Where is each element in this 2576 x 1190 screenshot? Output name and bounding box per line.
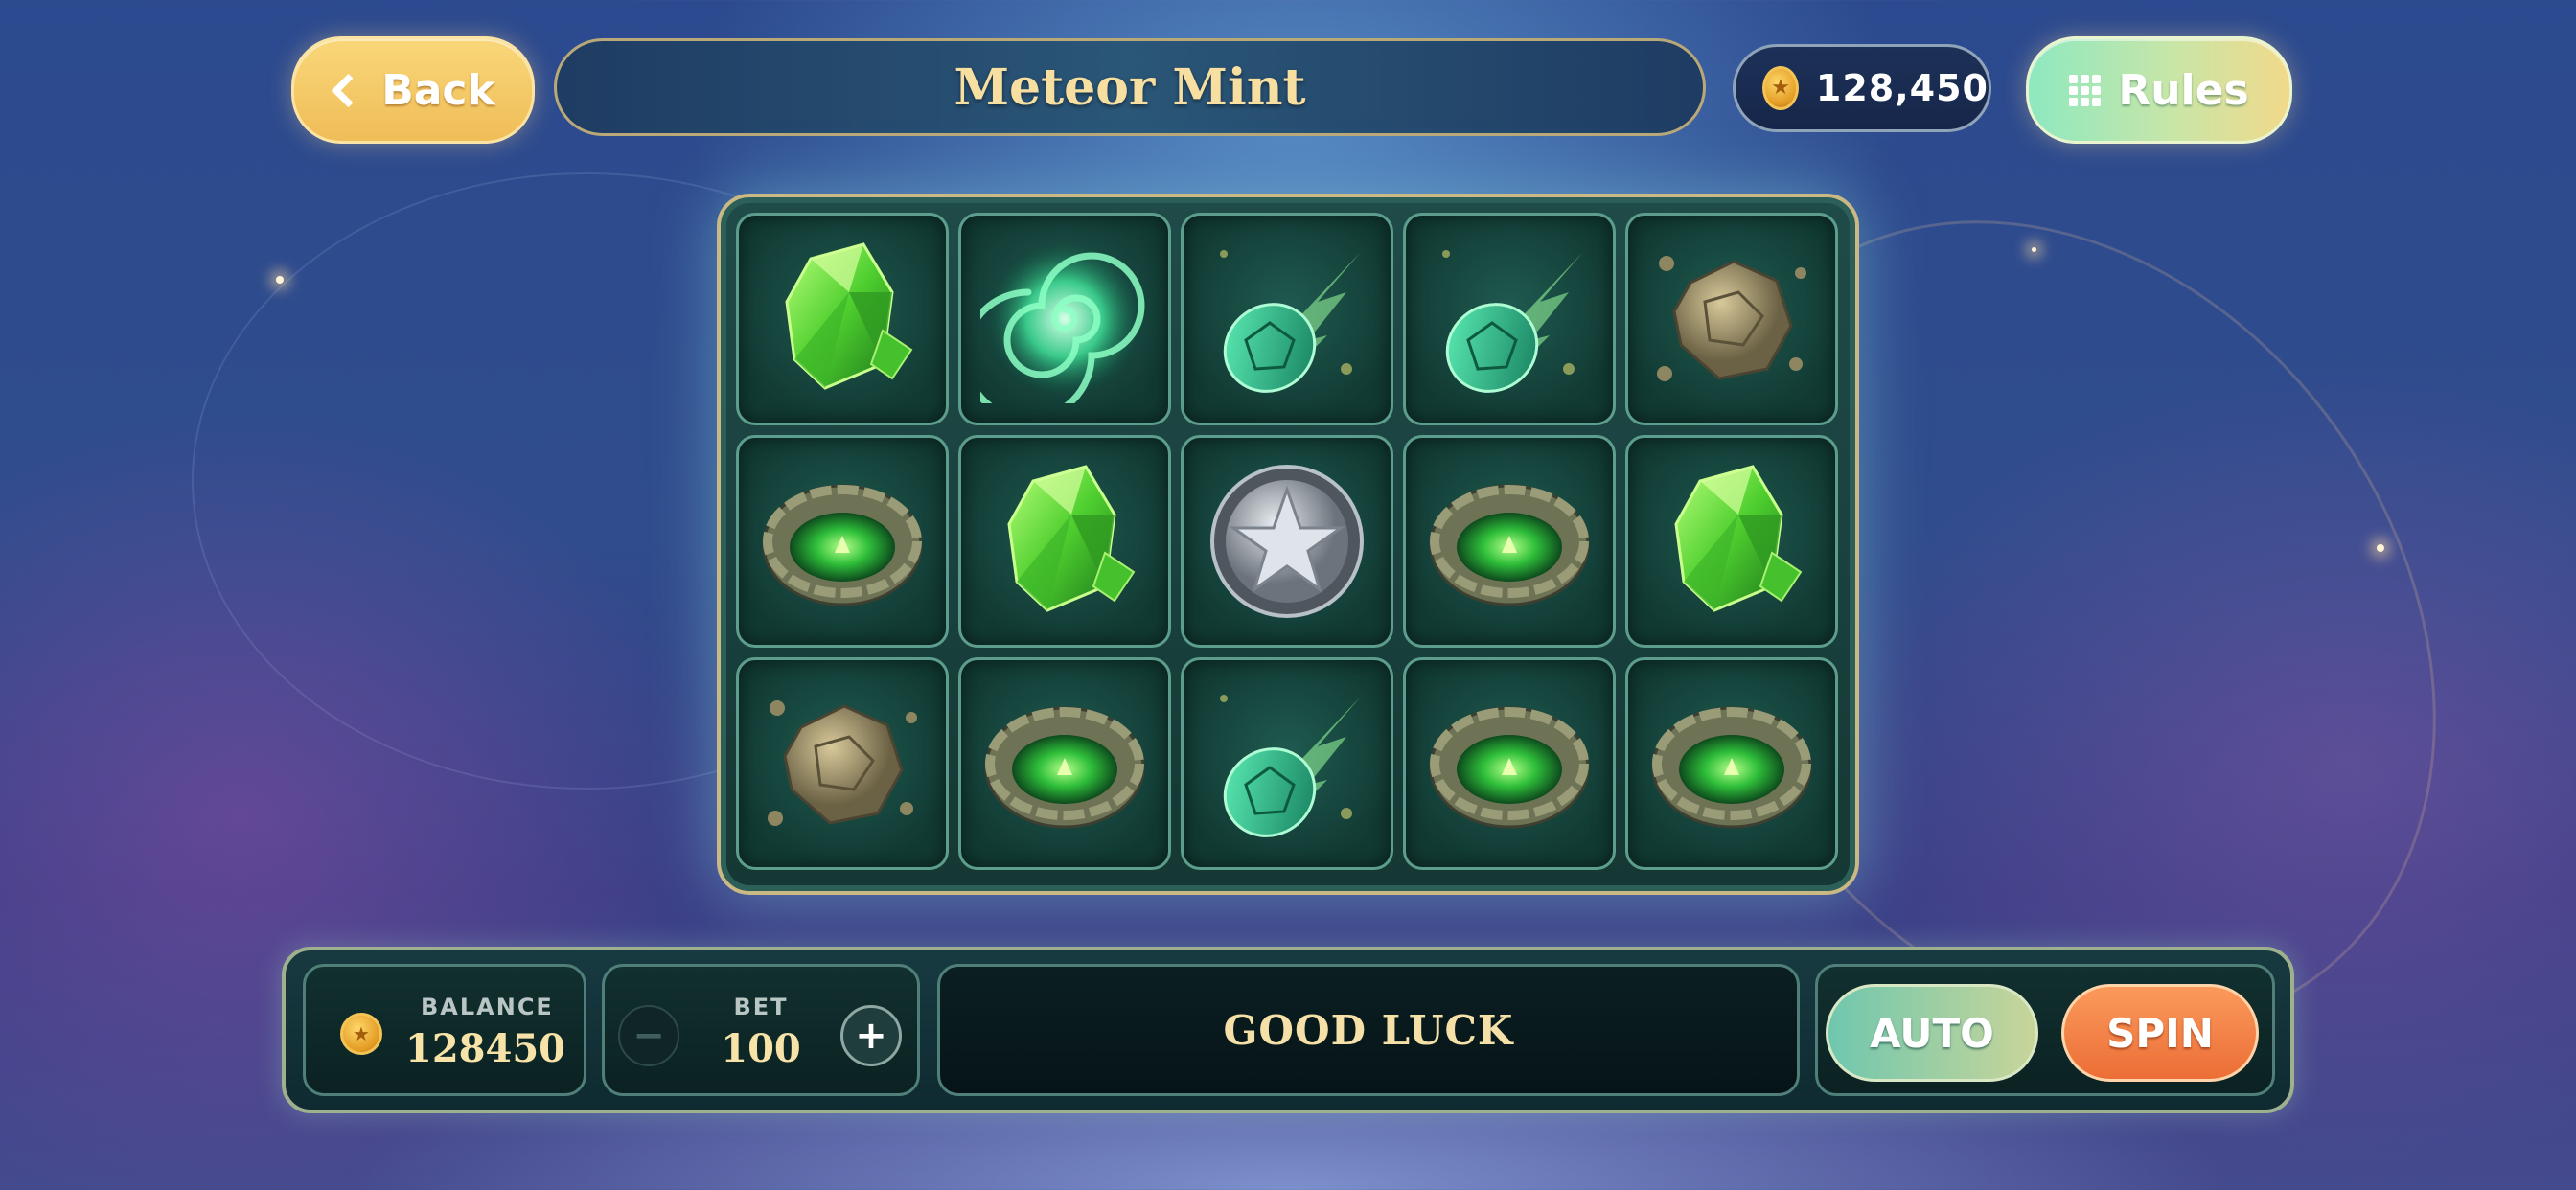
coin-amount: 128,450 <box>1815 67 1989 109</box>
rules-label: Rules <box>2118 65 2249 115</box>
reel-cell <box>1625 657 1838 870</box>
reel-cell <box>1181 435 1393 648</box>
green-vortex-icon <box>980 242 1145 403</box>
stone-crater-icon <box>1429 706 1590 829</box>
sparkle-star <box>2377 544 2384 552</box>
balance-panel: ★ BALANCE 128450 <box>303 964 586 1096</box>
reel-cell <box>736 657 949 870</box>
stone-crater-icon <box>1651 706 1812 829</box>
message-panel: GOOD LUCK <box>937 964 1800 1096</box>
asteroid-rock-icon <box>768 700 917 826</box>
stone-crater-icon <box>1429 484 1590 606</box>
reel-cell <box>1181 213 1393 425</box>
grid-icon <box>2069 74 2102 106</box>
reel-grid <box>736 213 1838 870</box>
back-label: Back <box>381 65 495 115</box>
reel-cell <box>958 213 1171 425</box>
silver-star-shield-icon <box>1210 465 1364 618</box>
reel-cell <box>958 657 1171 870</box>
asteroid-rock-icon <box>1657 256 1806 381</box>
reel-cell <box>1403 435 1616 648</box>
reel-cell <box>1403 657 1616 870</box>
coin-balance-display: ★ 128,450 <box>1733 44 1991 132</box>
sparkle-star <box>2032 247 2036 252</box>
game-title: Meteor Mint <box>954 57 1306 117</box>
chevron-left-icon <box>332 73 366 107</box>
bet-panel: − BET 100 + <box>602 964 920 1096</box>
back-button[interactable]: Back <box>291 36 535 144</box>
title-banner: Meteor Mint <box>554 38 1706 136</box>
auto-button[interactable]: AUTO <box>1826 984 2038 1082</box>
stone-crater-icon <box>762 484 923 606</box>
reel-cell <box>1403 213 1616 425</box>
sparkle-star <box>276 276 284 284</box>
status-message: GOOD LUCK <box>1223 1006 1514 1054</box>
control-bar: ★ BALANCE 128450 − BET 100 + GOOD LUCK A… <box>282 947 2294 1113</box>
reel-cell <box>736 435 949 648</box>
green-meteor-icon <box>1442 250 1583 393</box>
rules-button[interactable]: Rules <box>2026 36 2292 144</box>
emerald-crystal-icon <box>785 242 913 390</box>
spin-button[interactable]: SPIN <box>2061 984 2259 1082</box>
reel-cell <box>1181 657 1393 870</box>
green-meteor-icon <box>1220 695 1361 837</box>
reel-cell <box>1625 213 1838 425</box>
emerald-crystal-icon <box>1007 465 1136 612</box>
reel-board <box>717 194 1859 895</box>
action-panel: AUTO SPIN <box>1815 964 2275 1096</box>
bet-increase-button[interactable]: + <box>840 1005 902 1066</box>
balance-label: BALANCE <box>421 994 554 1020</box>
stone-crater-icon <box>984 706 1145 829</box>
green-meteor-icon <box>1220 250 1361 393</box>
reel-cell <box>736 213 949 425</box>
coin-icon: ★ <box>340 1013 382 1055</box>
balance-value: 128450 <box>405 1026 565 1071</box>
coin-icon: ★ <box>1762 66 1799 110</box>
reel-cell <box>1625 435 1838 648</box>
reel-cell <box>958 435 1171 648</box>
emerald-crystal-icon <box>1674 465 1803 612</box>
